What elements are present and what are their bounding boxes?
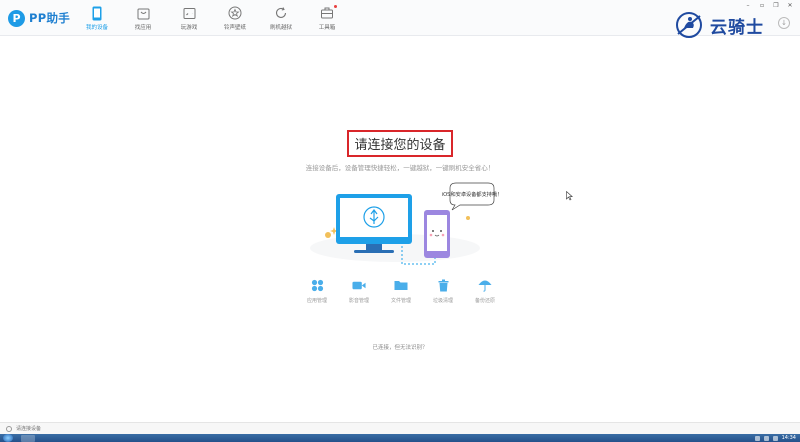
tray-icon[interactable] — [772, 435, 778, 441]
nav-my-device[interactable]: 我的设备 — [74, 2, 120, 34]
nav-label: 玩游戏 — [180, 25, 198, 31]
bubble-text: iOS和安卓设备都支持哦！ — [442, 190, 500, 198]
nav-toolbox[interactable]: 工具箱 — [304, 2, 350, 34]
apps-icon — [310, 278, 324, 292]
tray-icon[interactable] — [763, 435, 769, 441]
feature-media[interactable]: 影音管理 — [338, 278, 380, 304]
nav-ringtones[interactable]: 铃声壁纸 — [212, 2, 258, 34]
taskbar-app-pp[interactable] — [21, 434, 35, 442]
watermark-text: 云骑士 — [710, 17, 764, 38]
video-icon — [352, 278, 366, 292]
start-button[interactable] — [3, 434, 13, 442]
nav-find-apps[interactable]: 找应用 — [120, 2, 166, 34]
folder-icon — [394, 278, 408, 292]
nav-label: 工具箱 — [318, 25, 336, 31]
knight-logo-icon — [676, 12, 702, 38]
mouse-cursor-icon — [566, 191, 573, 201]
phone-icon — [89, 5, 105, 21]
nav-label: 找应用 — [134, 25, 152, 31]
maximize-button[interactable]: ▫ — [758, 2, 766, 9]
tray-icon[interactable] — [754, 435, 760, 441]
connect-title-highlight: 请连接您的设备 — [347, 130, 453, 157]
page-subtitle: 连接设备后，设备管理快捷轻松，一键越狱，一键刷机安全省心！ — [305, 164, 495, 172]
status-icon — [6, 425, 12, 432]
nav-label: 铃声壁纸 — [223, 25, 246, 31]
os-taskbar: 14:34 — [0, 434, 800, 442]
status-text: 请连接设备 — [16, 426, 42, 432]
top-toolbar: P PP助手 我的设备 找应用 玩游戏 铃声壁纸 刷机越狱 工具箱 云骑士 – … — [0, 0, 800, 38]
status-bar: 请连接设备 — [0, 422, 800, 434]
system-tray: 14:34 — [754, 435, 800, 441]
download-icon: ↓ — [781, 19, 787, 27]
app-name: PP助手 — [29, 11, 71, 25]
connect-illustration: iOS和安卓设备都支持哦！ — [310, 182, 500, 265]
bag-icon — [135, 5, 151, 21]
feature-files[interactable]: 文件管理 — [380, 278, 422, 304]
feature-label: 应用管理 — [306, 298, 327, 304]
gamepad-icon — [181, 5, 197, 21]
trash-icon — [436, 278, 450, 292]
help-link[interactable]: 已连接，但无法识别？ — [0, 343, 800, 351]
umbrella-icon — [478, 278, 492, 292]
download-button[interactable]: ↓ — [778, 17, 790, 29]
star-icon — [227, 5, 243, 21]
window-controls: – ▫ ❐ ✕ — [744, 2, 794, 9]
main-nav: 我的设备 找应用 玩游戏 铃声壁纸 刷机越狱 工具箱 — [74, 2, 350, 34]
minimize-button[interactable]: – — [744, 2, 752, 9]
new-badge — [334, 5, 337, 8]
watermark: 云骑士 — [672, 10, 764, 40]
pp-logo-icon: P — [8, 9, 25, 27]
feature-backup[interactable]: 备份还原 — [464, 278, 506, 304]
app-logo: P PP助手 — [8, 8, 70, 28]
feature-apps[interactable]: 应用管理 — [296, 278, 338, 304]
app-window: P PP助手 我的设备 找应用 玩游戏 铃声壁纸 刷机越狱 工具箱 云骑士 – … — [0, 0, 800, 442]
nav-label: 我的设备 — [85, 25, 108, 31]
refresh-icon — [273, 5, 289, 21]
close-button[interactable]: ✕ — [786, 2, 794, 9]
toolbox-icon — [319, 5, 335, 21]
nav-label: 刷机越狱 — [269, 25, 292, 31]
restore-button[interactable]: ❐ — [772, 2, 780, 9]
taskbar-clock: 14:34 — [781, 435, 796, 441]
feature-list: 应用管理 影音管理 文件管理 垃圾清理 备份还原 — [296, 278, 506, 304]
page-title: 请连接您的设备 — [354, 138, 446, 153]
nav-games[interactable]: 玩游戏 — [166, 2, 212, 34]
feature-cleanup[interactable]: 垃圾清理 — [422, 278, 464, 304]
nav-flash[interactable]: 刷机越狱 — [258, 2, 304, 34]
feature-label: 垃圾清理 — [432, 298, 453, 304]
feature-label: 影音管理 — [348, 298, 369, 304]
feature-label: 备份还原 — [474, 298, 495, 304]
feature-label: 文件管理 — [390, 298, 411, 304]
